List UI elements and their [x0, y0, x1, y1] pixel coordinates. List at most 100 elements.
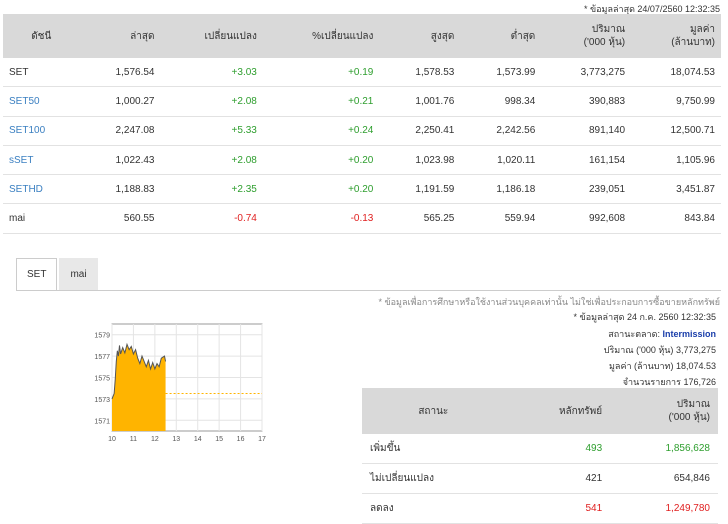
low-value: 1,186.18 — [460, 174, 542, 205]
stat-volume: 1,249,780 — [610, 493, 718, 524]
advance-decline-table: สถานะ หลักทรัพย์ ปริมาณ ('000 หุ้น) เพิ่ม… — [362, 388, 718, 524]
stat-row: เพิ่มขึ้น 493 1,856,628 — [362, 434, 718, 464]
trade-value: 9,750.99 — [631, 86, 721, 117]
tab-divider — [16, 290, 721, 291]
index-row-set: SET 1,576.54 +3.03 +0.19 1,578.53 1,573.99 3,7… — [3, 58, 721, 88]
last-value: 1,188.83 — [79, 174, 161, 205]
last-value: 1,000.27 — [79, 86, 161, 117]
market-trades: จำนวนรายการ 176,726 — [623, 375, 716, 389]
high-value: 1,001.76 — [379, 86, 461, 117]
col-low: ต่ำสุด — [460, 14, 542, 58]
index-name[interactable]: SET50 — [3, 86, 80, 117]
col-change: เปลี่ยนแปลง — [160, 14, 263, 58]
pct-change-value: +0.24 — [262, 116, 380, 146]
index-name[interactable]: sSET — [3, 145, 80, 176]
volume-value: 3,773,275 — [541, 58, 632, 88]
index-row-mai: mai 560.55 -0.74 -0.13 565.25 559.94 992,608 84… — [3, 203, 721, 234]
stat-count: 421 — [504, 463, 611, 494]
x-tick-label: 14 — [194, 436, 202, 443]
stat-volume: 1,856,628 — [610, 434, 718, 464]
index-name: mai — [3, 203, 80, 234]
change-value: +2.35 — [160, 174, 263, 205]
stat-count: 541 — [504, 493, 611, 524]
market-status-label: สถานะตลาด: — [608, 329, 660, 339]
col-volume: ปริมาณ ('000 หุ้น) — [541, 14, 632, 58]
index-row-set100: SET100 2,247.08 +5.33 +0.24 2,250.41 2,242.56… — [3, 116, 721, 146]
trade-value: 3,451.87 — [631, 174, 721, 205]
col-last: ล่าสุด — [79, 14, 161, 58]
change-value: +5.33 — [160, 116, 263, 146]
col-high: สูงสุด — [379, 14, 461, 58]
y-tick-label: 1575 — [94, 376, 110, 383]
market-value: มูลค่า (ล้านบาท) 18,074.53 — [609, 359, 716, 373]
col-stat-volume: ปริมาณ ('000 หุ้น) — [610, 388, 718, 434]
change-value: -0.74 — [160, 203, 263, 234]
tab-set[interactable]: SET — [16, 258, 58, 291]
index-row-sset: sSET 1,022.43 +2.08 +0.20 1,023.98 1,020.11 16… — [3, 145, 721, 176]
change-value: +3.03 — [160, 58, 263, 88]
volume-value: 992,608 — [541, 203, 632, 234]
y-tick-label: 1579 — [94, 333, 110, 340]
col-pct-change: %เปลี่ยนแปลง — [262, 14, 380, 58]
x-tick-label: 11 — [130, 436, 137, 443]
market-status: สถานะตลาด: Intermission — [608, 327, 716, 341]
index-table-header: ดัชนี ล่าสุด เปลี่ยนแปลง %เปลี่ยนแปลง สู… — [3, 14, 721, 58]
stat-volume: 654,846 — [610, 463, 718, 494]
high-value: 1,578.53 — [379, 58, 461, 88]
market-trades-value: 176,726 — [683, 377, 716, 387]
x-tick-label: 12 — [151, 436, 159, 443]
last-value: 560.55 — [79, 203, 161, 234]
index-name[interactable]: SETHD — [3, 174, 80, 205]
disclaimer: * ข้อมูลเพื่อการศึกษาหรือใช้งานส่วนบุคคล… — [378, 297, 720, 307]
index-table: ดัชนี ล่าสุด เปลี่ยนแปลง %เปลี่ยนแปลง สู… — [3, 14, 721, 234]
stat-label: ไม่เปลี่ยนแปลง — [362, 463, 505, 494]
last-value: 2,247.08 — [79, 116, 161, 146]
x-tick-label: 15 — [215, 436, 223, 443]
change-value: +2.08 — [160, 145, 263, 176]
last-value: 1,576.54 — [79, 58, 161, 88]
y-tick-label: 1571 — [94, 418, 110, 425]
x-tick-label: 10 — [108, 436, 116, 443]
volume-value: 390,883 — [541, 86, 632, 117]
y-tick-label: 1577 — [94, 354, 110, 361]
col-index: ดัชนี — [3, 14, 80, 58]
pct-change-value: +0.20 — [262, 174, 380, 205]
trade-value: 18,074.53 — [631, 58, 721, 88]
volume-value: 891,140 — [541, 116, 632, 146]
market-status-value: Intermission — [662, 329, 716, 339]
col-status: สถานะ — [362, 388, 505, 434]
low-value: 998.34 — [460, 86, 542, 117]
stat-label: ลดลง — [362, 493, 505, 524]
stat-table-header: สถานะ หลักทรัพย์ ปริมาณ ('000 หุ้น) — [362, 388, 718, 434]
trade-value: 1,105.96 — [631, 145, 721, 176]
index-row-set50: SET50 1,000.27 +2.08 +0.21 1,001.76 998.34 390… — [3, 86, 721, 117]
high-value: 1,191.59 — [379, 174, 461, 205]
tab-mai[interactable]: mai — [59, 258, 98, 291]
col-value: มูลค่า (ล้านบาท) — [631, 14, 721, 58]
index-intraday-chart: 1579 1577 1575 1573 1571 10 11 12 13 14 15 16 17 — [94, 323, 266, 443]
stat-label: เพิ่มขึ้น — [362, 434, 505, 464]
market-trades-label: จำนวนรายการ — [622, 377, 681, 387]
low-value: 559.94 — [460, 203, 542, 234]
change-value: +2.08 — [160, 86, 263, 117]
trade-value: 12,500.71 — [631, 116, 721, 146]
y-tick-label: 1573 — [94, 397, 110, 404]
market-value-value: 18,074.53 — [675, 361, 716, 371]
x-tick-label: 13 — [172, 436, 180, 443]
trade-value: 843.84 — [631, 203, 721, 234]
last-value: 1,022.43 — [79, 145, 161, 176]
low-value: 2,242.56 — [460, 116, 542, 146]
x-tick-label: 16 — [237, 436, 245, 443]
market-volume-value: 3,773,275 — [675, 345, 716, 355]
index-name: SET — [3, 58, 80, 88]
col-securities: หลักทรัพย์ — [504, 388, 611, 434]
market-volume: ปริมาณ ('000 หุ้น) 3,773,275 — [604, 343, 716, 357]
high-value: 565.25 — [379, 203, 461, 234]
high-value: 2,250.41 — [379, 116, 461, 146]
stat-count: 493 — [504, 434, 611, 464]
index-name[interactable]: SET100 — [3, 116, 80, 146]
volume-value: 161,154 — [541, 145, 632, 176]
index-row-sethd: SETHD 1,188.83 +2.35 +0.20 1,191.59 1,186.18 2… — [3, 174, 721, 205]
info-updated: * ข้อมูลล่าสุด 24 ก.ค. 2560 12:32:35 — [573, 312, 716, 322]
market-volume-label: ปริมาณ ('000 หุ้น) — [603, 345, 674, 355]
